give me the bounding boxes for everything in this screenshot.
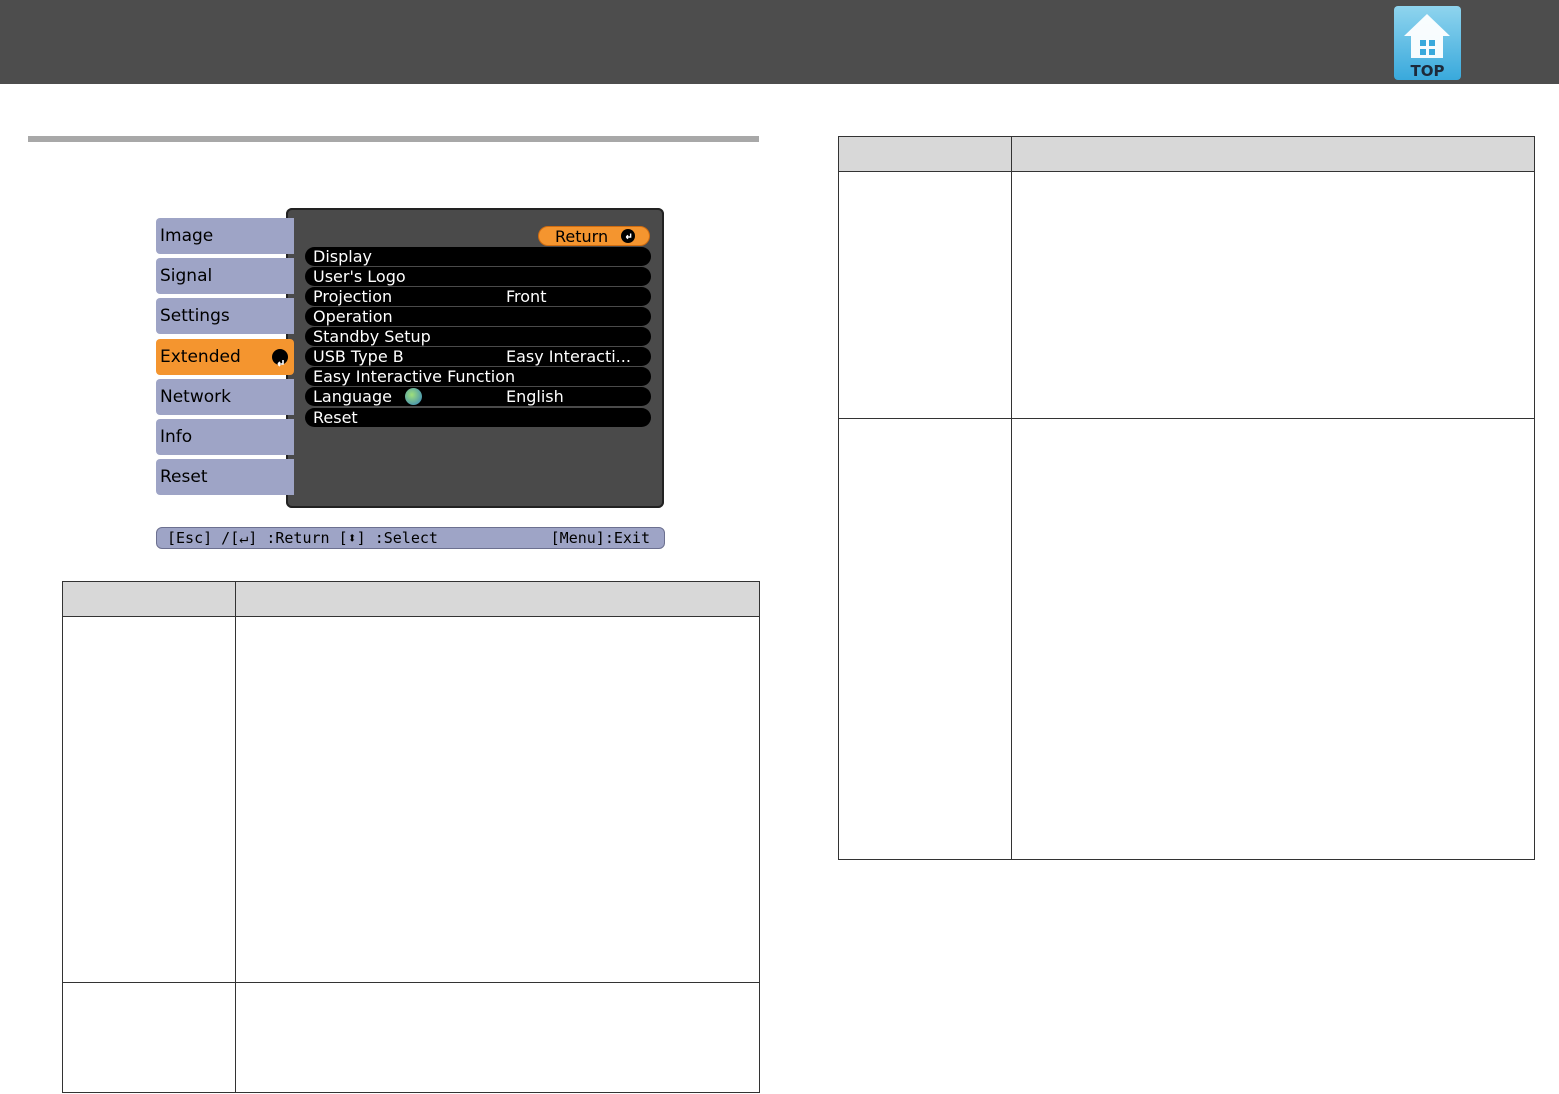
tab-signal[interactable]: Signal — [156, 258, 294, 294]
tab-reset[interactable]: Reset — [156, 459, 294, 495]
enter-icon — [621, 229, 635, 243]
table-row — [62, 616, 760, 983]
table-cell — [1011, 418, 1535, 860]
table-header-row — [838, 136, 1535, 172]
tab-extended[interactable]: Extended — [156, 339, 294, 375]
table-cell — [838, 171, 1012, 419]
house-top-icon — [1404, 14, 1450, 58]
top-link-button[interactable]: TOP — [1394, 6, 1461, 80]
table-cell — [235, 982, 760, 1093]
table-header-row — [62, 581, 760, 617]
section-heading-rule — [28, 136, 759, 142]
table-cell — [62, 982, 236, 1093]
table-cell — [62, 616, 236, 983]
top-label: TOP — [1410, 62, 1445, 80]
tab-image[interactable]: Image — [156, 218, 294, 254]
table-header-cell — [62, 581, 236, 617]
enter-icon — [272, 349, 288, 367]
table-cell — [235, 616, 760, 983]
table-row — [62, 982, 760, 1093]
menu-item-display[interactable]: Display — [305, 247, 651, 266]
menu-item-users-logo[interactable]: User's Logo — [305, 267, 651, 286]
table-header-cell — [1011, 136, 1535, 172]
tab-info[interactable]: Info — [156, 419, 294, 455]
table-header-cell — [235, 581, 760, 617]
table-cell — [1011, 171, 1535, 419]
help-navigation-hint: [Esc] /[↵] :Return [⬍] :Select — [167, 529, 438, 547]
header-bar — [0, 0, 1559, 84]
menu-item-reset[interactable]: Reset — [305, 408, 651, 427]
table-cell — [838, 418, 1012, 860]
menu-item-usb-type-b[interactable]: USB Type B Easy Interacti... — [305, 347, 651, 366]
menu-item-language[interactable]: Language English — [305, 387, 651, 406]
table-header-cell — [838, 136, 1012, 172]
menu-item-easy-interactive-function[interactable]: Easy Interactive Function — [305, 367, 651, 386]
menu-item-projection[interactable]: Projection Front — [305, 287, 651, 306]
help-exit-hint: [Menu]:Exit — [550, 529, 650, 547]
settings-table-left — [62, 581, 760, 1093]
menu-item-standby-setup[interactable]: Standby Setup — [305, 327, 651, 346]
menu-item-operation[interactable]: Operation — [305, 307, 651, 326]
table-row — [838, 418, 1535, 860]
return-button[interactable]: Return — [538, 226, 650, 246]
tab-settings[interactable]: Settings — [156, 298, 294, 334]
tab-network[interactable]: Network — [156, 379, 294, 415]
menu-help-bar: [Esc] /[↵] :Return [⬍] :Select [Menu]:Ex… — [156, 527, 665, 549]
settings-table-right — [838, 136, 1535, 860]
table-row — [838, 171, 1535, 419]
globe-icon — [405, 388, 422, 405]
